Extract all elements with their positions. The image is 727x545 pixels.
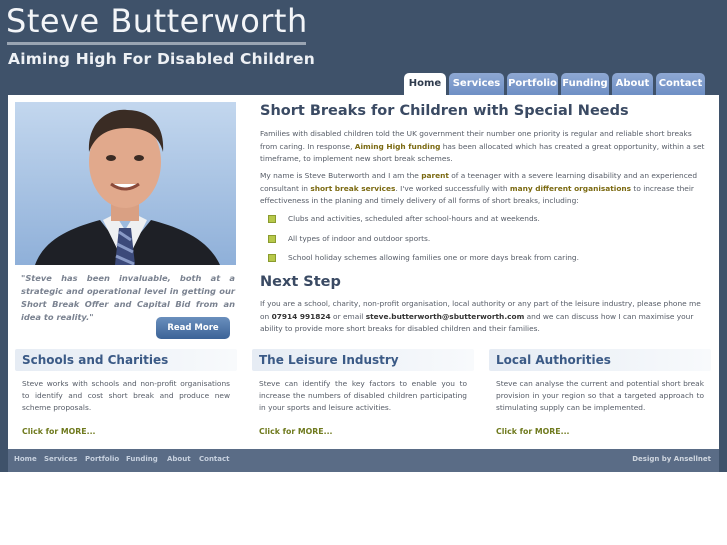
read-more-button[interactable]: Read More	[156, 317, 230, 339]
short-break-services-link[interactable]: short break services	[310, 184, 395, 193]
site-title: Steve Butterworth	[6, 2, 308, 40]
more-link[interactable]: Click for MORE...	[22, 427, 96, 436]
more-link[interactable]: Click for MORE...	[259, 427, 333, 436]
portrait-photo	[15, 102, 236, 265]
list-item: School holiday schemes allowing families…	[268, 252, 579, 272]
content-panel: "Steve has been invaluable, both at a st…	[8, 95, 719, 449]
list-item: Clubs and activities, scheduled after sc…	[268, 213, 579, 233]
column-text: Steve works with schools and non-profit …	[22, 379, 230, 412]
page-title: Short Breaks for Children with Special N…	[260, 103, 629, 119]
page-background: Steve Butterworth Aiming High For Disabl…	[0, 0, 727, 472]
column-heading: Local Authorities	[489, 349, 711, 371]
tab-about[interactable]: About	[612, 73, 653, 96]
parent-link[interactable]: parent	[421, 171, 449, 180]
aiming-high-link[interactable]: Aiming High funding	[355, 142, 441, 151]
column-text: Steve can analyse the current and potent…	[496, 379, 704, 412]
about-paragraph: My name is Steve Buterworth and I am the…	[260, 171, 698, 205]
footer-link-portfolio[interactable]: Portfolio	[85, 449, 119, 470]
footer-link-about[interactable]: About	[167, 449, 191, 470]
footer-link-home[interactable]: Home	[14, 449, 37, 470]
next-step-paragraph: If you are a school, charity, non-profit…	[260, 299, 701, 333]
bullet-square-icon	[268, 234, 276, 243]
services-list: Clubs and activities, scheduled after sc…	[268, 213, 579, 272]
tab-services[interactable]: Services	[449, 73, 504, 96]
title-divider	[7, 42, 306, 45]
column-heading: Schools and Charities	[15, 349, 237, 371]
list-item: All types of indoor and outdoor sports.	[268, 233, 579, 253]
footer-link-contact[interactable]: Contact	[199, 449, 230, 470]
footer-bar: Home Services Portfolio Funding About Co…	[8, 449, 719, 472]
tab-contact[interactable]: Contact	[656, 73, 705, 96]
tab-portfolio[interactable]: Portfolio	[507, 73, 558, 96]
column-authorities: Local Authorities Steve can analyse the …	[489, 349, 711, 436]
intro-paragraph: Families with disabled children told the…	[260, 129, 705, 163]
organisations-link[interactable]: many different organisations	[510, 184, 631, 193]
site-tagline: Aiming High For Disabled Children	[8, 50, 315, 68]
column-leisure: The Leisure Industry Steve can identify …	[252, 349, 474, 436]
phone-number: 07914 991824	[271, 311, 331, 321]
tab-funding[interactable]: Funding	[561, 73, 609, 96]
bullet-square-icon	[268, 215, 276, 223]
footer-link-funding[interactable]: Funding	[126, 449, 158, 470]
column-schools: Schools and Charities Steve works with s…	[15, 349, 237, 436]
column-text: Steve can identify the key factors to en…	[259, 379, 467, 412]
bullet-square-icon	[268, 254, 276, 262]
more-link[interactable]: Click for MORE...	[496, 427, 570, 436]
next-step-heading: Next Step	[260, 274, 341, 290]
tab-home[interactable]: Home	[404, 73, 446, 97]
designer-credit[interactable]: Design by Ansellnet	[632, 449, 711, 470]
portrait-illustration	[15, 102, 236, 265]
footer-link-services[interactable]: Services	[44, 449, 77, 470]
email-link[interactable]: steve.butterworth@sbutterworth.com	[366, 312, 525, 321]
column-heading: The Leisure Industry	[252, 349, 474, 371]
